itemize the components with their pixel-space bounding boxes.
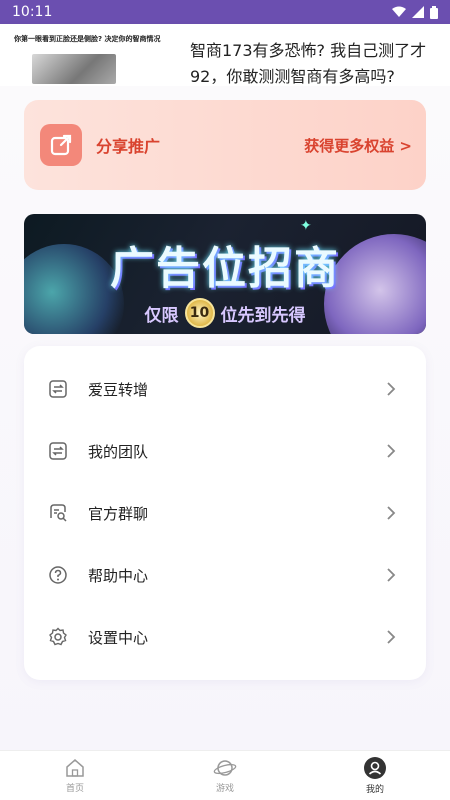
menu-card: 爱豆转增 我的团队 官方群聊 帮助中心 设置中心 — [24, 346, 426, 680]
transfer-icon — [48, 379, 68, 399]
chevron-right-icon — [387, 506, 396, 520]
banner-sub-right: 位先到先得 — [220, 305, 306, 326]
tab-label: 首页 — [65, 784, 84, 794]
menu-item-label: 官方群聊 — [88, 504, 149, 523]
share-promo-card[interactable]: 分享推广 获得更多权益 > — [24, 100, 426, 190]
bottom-tab-bar: 首页 游戏 我的 — [0, 750, 450, 800]
ad-thumbnail-image — [32, 54, 116, 84]
menu-item-my-team[interactable]: 我的团队 — [24, 420, 426, 482]
share-label: 分享推广 — [96, 137, 161, 156]
game-planet-icon — [213, 760, 237, 776]
ad-thumbnail[interactable]: 你第一眼看到正脸还是侧脸? 决定你的智商情况 — [14, 34, 174, 84]
chevron-right-icon — [387, 568, 396, 582]
status-icons — [392, 5, 438, 19]
banner-sub-left: 仅限 — [144, 305, 179, 326]
ad-headline[interactable]: 智商173有多恐怖? 我自己测了才92，你敢测测智商有多高吗? — [190, 38, 440, 86]
menu-item-transfer[interactable]: 爱豆转增 — [24, 358, 426, 420]
group-chat-icon — [48, 503, 68, 523]
menu-item-group-chat[interactable]: 官方群聊 — [24, 482, 426, 544]
banner-subtitle: 仅限 10 位先到先得 — [24, 298, 426, 328]
settings-icon — [48, 627, 68, 647]
help-icon — [48, 565, 68, 585]
menu-item-settings[interactable]: 设置中心 — [24, 606, 426, 668]
ad-thumbnail-caption: 你第一眼看到正脸还是侧脸? 决定你的智商情况 — [14, 35, 161, 43]
menu-item-label: 帮助中心 — [88, 566, 149, 585]
team-icon — [48, 441, 68, 461]
menu-item-label: 设置中心 — [88, 628, 149, 647]
share-icon — [40, 124, 82, 166]
battery-icon — [430, 5, 438, 19]
menu-item-label: 我的团队 — [88, 442, 149, 461]
status-time: 10:11 — [12, 4, 53, 20]
menu-item-label: 爱豆转增 — [88, 380, 149, 399]
tab-label: 游戏 — [215, 784, 234, 794]
banner-title: 广告位招商 — [110, 243, 340, 294]
menu-item-help-center[interactable]: 帮助中心 — [24, 544, 426, 606]
wifi-icon — [392, 6, 406, 17]
profile-icon — [364, 757, 386, 779]
status-bar: 10:11 — [0, 0, 450, 24]
tab-home[interactable]: 首页 — [0, 751, 150, 800]
cellular-signal-icon — [412, 6, 424, 18]
tab-mine[interactable]: 我的 — [300, 751, 450, 800]
tab-label: 我的 — [365, 785, 384, 795]
tab-game[interactable]: 游戏 — [150, 751, 300, 800]
ad-banner[interactable]: ✦ 广告位招商 仅限 10 位先到先得 — [24, 214, 426, 334]
home-icon — [66, 759, 84, 777]
get-more-benefits-link[interactable]: 获得更多权益 > — [304, 135, 412, 156]
chevron-right-icon — [387, 630, 396, 644]
ad-strip[interactable]: 你第一眼看到正脸还是侧脸? 决定你的智商情况 智商173有多恐怖? 我自己测了才… — [0, 24, 450, 86]
chevron-right-icon — [387, 444, 396, 458]
chevron-right-icon — [387, 382, 396, 396]
banner-badge: 10 — [184, 298, 215, 328]
